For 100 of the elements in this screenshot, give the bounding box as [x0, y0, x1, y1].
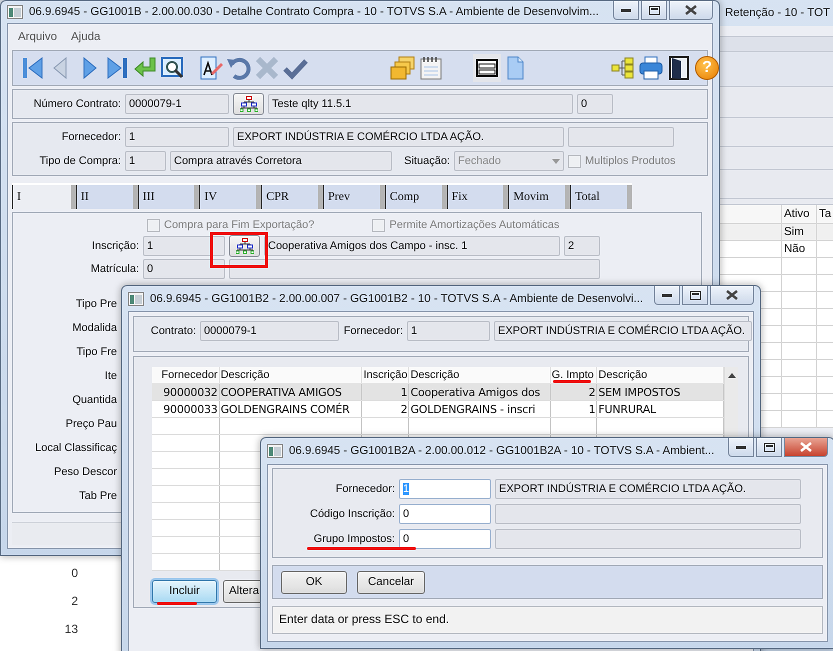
- text-field[interactable]: 2: [564, 236, 600, 256]
- table-cell[interactable]: 90000033: [152, 400, 220, 418]
- text-field[interactable]: 0: [399, 504, 491, 524]
- close-icon: [800, 442, 812, 452]
- tab[interactable]: CPR: [261, 185, 323, 209]
- checkbox-label: Permite Amortizações Automáticas: [389, 219, 560, 231]
- field-label: Preço Pau: [64, 418, 117, 430]
- text-field[interactable]: 0000079-1: [200, 321, 339, 341]
- tree-icon[interactable]: [610, 55, 636, 81]
- table-cell[interactable]: 2: [550, 384, 597, 400]
- field-label: Local Classificaç: [34, 442, 117, 454]
- column-header[interactable]: Descrição: [219, 367, 362, 384]
- window-title: Retenção - 10 - TOT: [724, 7, 832, 19]
- menu-item[interactable]: Arquivo: [18, 31, 57, 43]
- close-icon: [726, 290, 738, 300]
- text-field[interactable]: 0: [577, 94, 613, 114]
- table-cell: [782, 275, 817, 292]
- door-icon[interactable]: [666, 55, 692, 81]
- text-field[interactable]: [229, 259, 600, 279]
- column-header[interactable]: Descrição: [408, 367, 550, 384]
- lookup-button[interactable]: [233, 93, 264, 115]
- tab[interactable]: II: [76, 185, 138, 209]
- field-label: Matrícula:: [90, 263, 139, 275]
- maximize-button[interactable]: [682, 286, 708, 305]
- text-field[interactable]: 0: [399, 528, 491, 548]
- close-button[interactable]: [669, 1, 713, 20]
- table-cell[interactable]: 1: [362, 384, 409, 400]
- table-cell: [152, 536, 220, 554]
- text-field[interactable]: Teste qlty 11.5.1: [268, 94, 573, 114]
- minimize-button[interactable]: [728, 438, 754, 457]
- caret-icon: [552, 158, 560, 164]
- column-header: Ativo: [782, 205, 817, 224]
- text-field[interactable]: 0: [143, 259, 225, 279]
- close-button[interactable]: [784, 438, 828, 457]
- folders-icon[interactable]: [390, 55, 416, 81]
- notepad-icon[interactable]: [418, 55, 444, 81]
- field-label: Tipo de Compra:: [38, 155, 121, 167]
- text-field[interactable]: EXPORT INDÚSTRIA E COMÉRCIO LTDA AÇÃO.: [494, 321, 752, 341]
- tab[interactable]: Total: [570, 185, 632, 209]
- table-cell[interactable]: COOPERATIVA AMIGOS: [219, 384, 362, 400]
- table-cell[interactable]: 2: [362, 400, 409, 418]
- maximize-button[interactable]: [641, 1, 667, 20]
- text-field[interactable]: Cooperativa Amigos dos Campo - insc. 1: [264, 236, 560, 256]
- field-label: Contrato:: [150, 325, 196, 337]
- text-field[interactable]: 1: [125, 127, 229, 147]
- text-field[interactable]: [495, 504, 801, 524]
- tab[interactable]: Fix: [446, 185, 508, 209]
- column-header[interactable]: Fornecedor: [152, 367, 220, 384]
- table-cell[interactable]: 90000032: [152, 384, 220, 400]
- tab[interactable]: Movim: [508, 185, 570, 209]
- tab[interactable]: Comp: [384, 185, 447, 209]
- table-cell[interactable]: SEM IMPOSTOS: [596, 384, 724, 400]
- maximize-button[interactable]: [756, 438, 782, 457]
- table-cell-text: 0: [70, 566, 78, 582]
- field-label: Inscrição:: [90, 240, 139, 252]
- action-button[interactable]: Incluir: [152, 580, 217, 602]
- close-button[interactable]: [710, 286, 754, 305]
- field-label: Tab Pre: [78, 490, 117, 502]
- column-header[interactable]: Inscrição: [362, 367, 409, 384]
- table-cell[interactable]: GOLDENGRAINS - inscri: [408, 400, 550, 418]
- text-field[interactable]: 0000079-1: [125, 94, 229, 114]
- field-label: Modalida: [71, 322, 117, 334]
- table-cell: [782, 343, 817, 360]
- text-field[interactable]: [568, 127, 674, 147]
- field-label: Fornecedor:: [60, 131, 121, 143]
- text-field[interactable]: 1: [125, 151, 166, 171]
- text-field[interactable]: 1: [143, 236, 225, 256]
- dialog-button[interactable]: Cancelar: [357, 570, 425, 594]
- lookup-button[interactable]: [229, 235, 260, 257]
- edit-document-icon[interactable]: [198, 55, 224, 81]
- text-field[interactable]: Compra através Corretora: [170, 151, 392, 171]
- window-icon: [267, 444, 283, 458]
- text-field[interactable]: [495, 528, 801, 548]
- text-field[interactable]: 1: [407, 321, 490, 341]
- menu-item[interactable]: Ajuda: [71, 31, 100, 43]
- minimize-icon: [662, 293, 672, 297]
- table-cell: Sim: [782, 224, 817, 241]
- preview-icon[interactable]: [160, 55, 186, 81]
- minimize-button[interactable]: [613, 1, 639, 20]
- tab[interactable]: Prev: [322, 185, 385, 209]
- tab[interactable]: I: [12, 185, 76, 209]
- tab[interactable]: III: [138, 185, 200, 209]
- window-title: 06.9.6945 - GG1001B2 - 2.00.00.007 - GG1001B2 - 10 - TOTVS S.A - Ambiente de Desenvolvi...: [150, 292, 644, 304]
- table-cell[interactable]: Cooperativa Amigos dos: [408, 384, 550, 400]
- minimize-button[interactable]: [654, 286, 680, 305]
- table-cell[interactable]: FUNRURAL: [596, 400, 724, 418]
- table-cell: [782, 360, 817, 377]
- maximize-icon: [764, 442, 774, 452]
- tab[interactable]: IV: [199, 185, 262, 209]
- window-title: 06.9.6945 - GG1001B - 2.00.00.030 - Detalhe Contrato Compra - 10 - TOTVS S.A - Ambiente de Desenvolvim...: [29, 6, 600, 18]
- table-cell[interactable]: 1: [550, 400, 597, 418]
- field-label: Quantida: [71, 394, 117, 406]
- column-header[interactable]: Descrição: [596, 367, 724, 384]
- table-cell[interactable]: GOLDENGRAINS COMÉR: [219, 400, 362, 418]
- text-field[interactable]: EXPORT INDÚSTRIA E COMÉRCIO LTDA AÇÃO.: [233, 127, 564, 147]
- table-cell: [362, 418, 409, 434]
- text-field[interactable]: EXPORT INDÚSTRIA E COMÉRCIO LTDA AÇÃO.: [495, 478, 801, 498]
- maximize-icon: [648, 6, 660, 14]
- dialog-button[interactable]: OK: [281, 570, 347, 594]
- printer-icon[interactable]: [638, 55, 664, 81]
